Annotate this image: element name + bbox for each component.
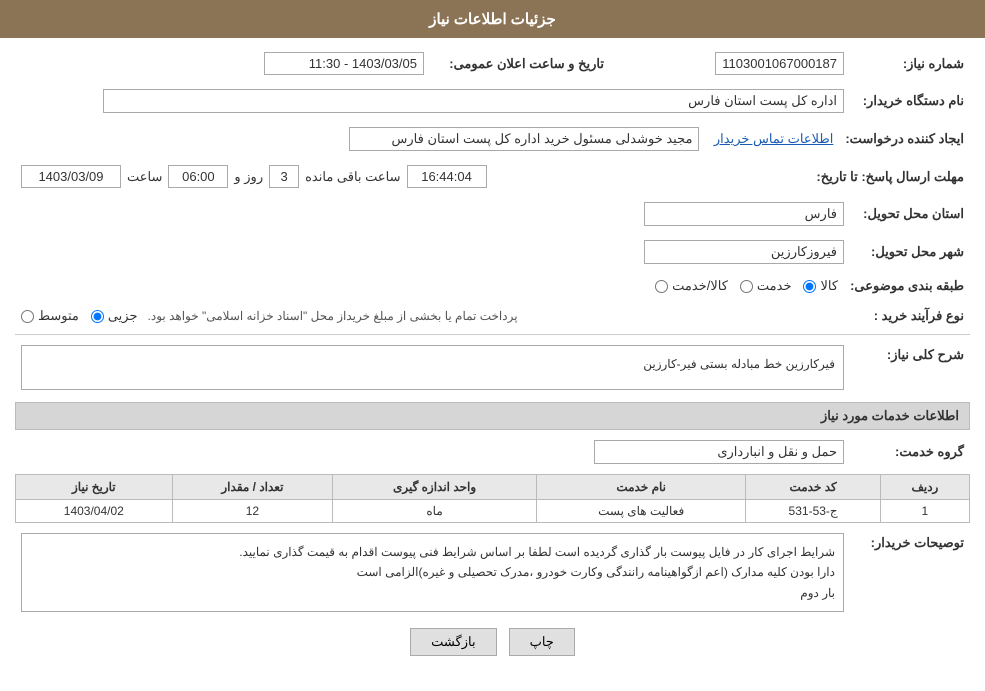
cell-service-name: فعالیت های پست xyxy=(536,500,746,523)
page-title: جزئیات اطلاعات نیاز xyxy=(429,11,556,28)
announcement-date-label: تاریخ و ساعت اعلان عمومی: xyxy=(430,48,610,79)
city-value: فیروزکارزین xyxy=(644,240,844,264)
services-table: ردیف کد خدمت نام خدمت واحد اندازه گیری ت… xyxy=(15,474,970,523)
category-radio-group: کالا/خدمت خدمت کالا xyxy=(655,278,838,294)
remaining-label: ساعت باقی مانده xyxy=(305,169,400,185)
response-deadline-label: مهلت ارسال پاسخ: تا تاریخ: xyxy=(810,161,970,192)
need-description-label: شرح کلی نیاز: xyxy=(850,341,970,394)
col-unit: واحد اندازه گیری xyxy=(333,475,537,500)
need-number-label: شماره نیاز: xyxy=(850,48,970,79)
province-value: فارس xyxy=(644,202,844,226)
cell-unit: ماه xyxy=(333,500,537,523)
need-description-value: فیرکارزین خط مبادله بستی فیر-کارزین xyxy=(21,345,844,390)
cell-need-date: 1403/04/02 xyxy=(16,500,173,523)
buyer-org-label: نام دستگاه خریدار: xyxy=(850,85,970,117)
buyer-desc-label: توصیحات خریدار: xyxy=(850,529,970,616)
services-info-title: اطلاعات خدمات مورد نیاز xyxy=(15,402,970,430)
button-row: چاپ بازگشت xyxy=(15,628,970,656)
back-button[interactable]: بازگشت xyxy=(410,628,496,656)
buyer-desc-value: شرایط اجرای کار در فایل پیوست بار گذاری … xyxy=(21,533,844,612)
cell-service-code: ج-53-531 xyxy=(746,500,880,523)
purchase-type-note: پرداخت تمام یا بخشی از مبلغ خریداز محل "… xyxy=(148,309,518,323)
print-button[interactable]: چاپ xyxy=(509,628,575,656)
buyer-org-value: اداره کل پست استان فارس xyxy=(103,89,844,113)
cell-quantity: 12 xyxy=(172,500,333,523)
purchase-type-radio-group: متوسط جزیی xyxy=(21,308,138,324)
province-label: استان محل تحویل: xyxy=(850,198,970,230)
response-time-label: ساعت xyxy=(127,169,162,185)
purchase-type-label: نوع فرآیند خرید : xyxy=(850,304,970,328)
purchase-type-jozii[interactable]: جزیی xyxy=(91,308,138,324)
need-number-value: 1103001067000187 xyxy=(715,52,844,75)
service-group-value: حمل و نقل و انبارداری xyxy=(594,440,844,464)
purchase-type-motavaset[interactable]: متوسط xyxy=(21,308,79,324)
response-time: 06:00 xyxy=(168,165,228,188)
page-header: جزئیات اطلاعات نیاز xyxy=(0,0,985,38)
cell-row-num: 1 xyxy=(880,500,969,523)
requester-label: ایجاد کننده درخواست: xyxy=(839,123,970,155)
col-row-num: ردیف xyxy=(880,475,969,500)
response-day-label: روز و xyxy=(234,169,263,185)
col-quantity: تعداد / مقدار xyxy=(172,475,333,500)
table-row: 1 ج-53-531 فعالیت های پست ماه 12 1403/04… xyxy=(16,500,970,523)
col-need-date: تاریخ نیاز xyxy=(16,475,173,500)
remaining-time: 16:44:04 xyxy=(407,165,487,188)
announcement-date-value: 1403/03/05 - 11:30 xyxy=(264,52,424,75)
category-option-kala-khadamat[interactable]: کالا/خدمت xyxy=(655,278,728,294)
category-label: طبقه بندی موضوعی: xyxy=(844,274,970,298)
requester-value: مجید خوشدلی مسئول خرید اداره کل پست استا… xyxy=(349,127,699,151)
col-service-code: کد خدمت xyxy=(746,475,880,500)
city-label: شهر محل تحویل: xyxy=(850,236,970,268)
col-service-name: نام خدمت xyxy=(536,475,746,500)
category-option-khadamat[interactable]: خدمت xyxy=(740,278,792,294)
response-date: 1403/03/09 xyxy=(21,165,121,188)
category-option-kala[interactable]: کالا xyxy=(803,278,838,294)
response-days: 3 xyxy=(269,165,299,188)
service-group-label: گروه خدمت: xyxy=(850,436,970,468)
requester-contact-link[interactable]: اطلاعات تماس خریدار xyxy=(714,131,833,146)
